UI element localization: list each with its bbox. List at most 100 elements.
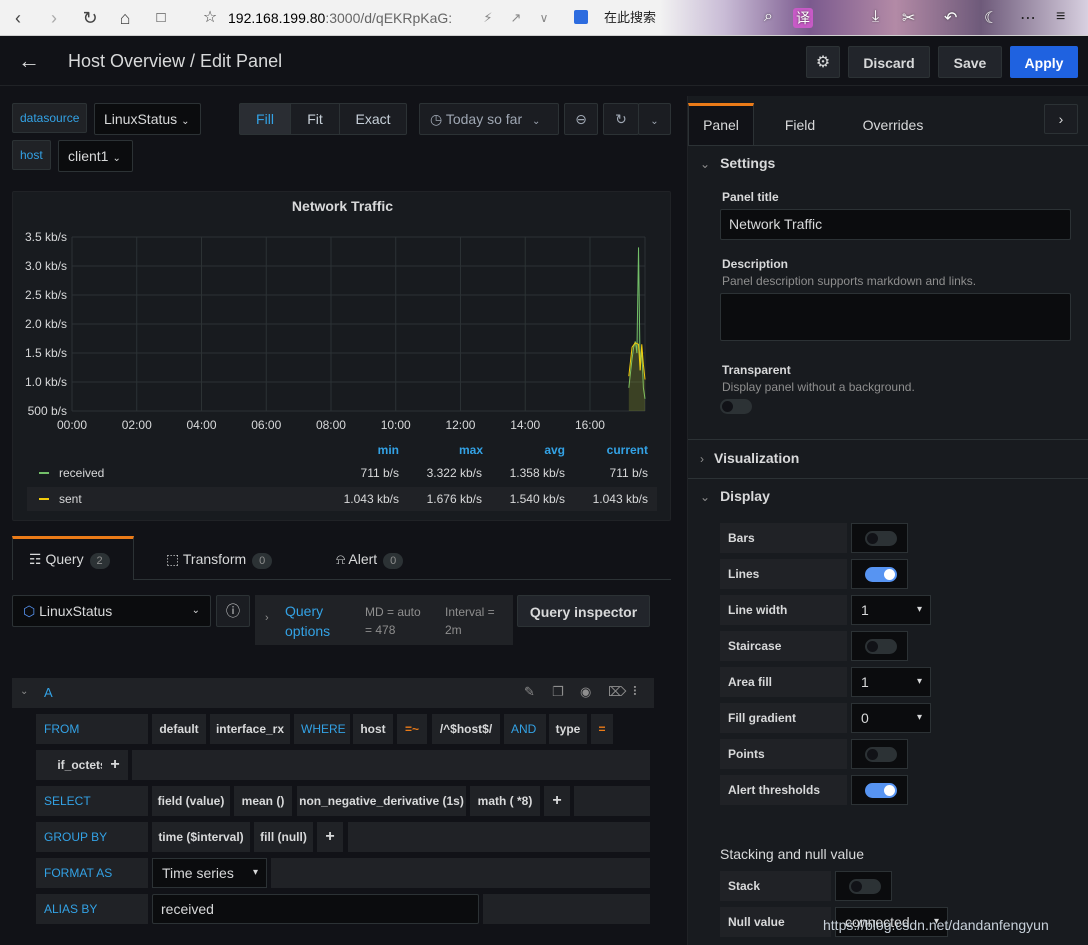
description-textarea[interactable] [720,293,1071,341]
legend-header-current[interactable]: current [573,443,648,457]
legend-series-name[interactable]: sent [59,492,82,506]
datasource-help-button[interactable]: ⓘ [216,595,250,627]
legend-header-min[interactable]: min [343,443,399,457]
download-icon[interactable]: ⤓ [872,8,879,26]
query-inspector-button[interactable]: Query inspector [517,595,650,627]
edit-icon[interactable]: ✎ [524,684,535,700]
and-keyword[interactable]: AND [504,714,546,744]
tab-panel[interactable]: Panel [688,103,754,145]
group-by-time[interactable]: time ($interval) [152,822,250,852]
eye-icon[interactable]: ◉ [580,684,591,700]
save-button[interactable]: Save [938,46,1002,78]
legend-header-avg[interactable]: avg [493,443,565,457]
search-engine-label[interactable]: 在此搜索 [604,8,656,28]
refresh-button[interactable]: ↻ [603,103,639,135]
select-math[interactable]: math ( *8) [470,786,540,816]
legend-series-name[interactable]: received [59,466,104,480]
view-mode-fit[interactable]: Fit [290,103,340,135]
where-value-host[interactable]: /^$host$/ [432,714,500,744]
share-icon[interactable]: ↗ [504,6,528,30]
bookmark-star-icon[interactable]: ☆ [198,6,222,30]
query-datasource-select[interactable]: ⬡ LinuxStatus ⌄ [12,595,211,627]
back-arrow-icon[interactable]: ← [18,48,40,74]
duplicate-icon[interactable]: ❐ [552,684,564,700]
where-operator-regex[interactable]: =~ [397,714,427,744]
where-key-host[interactable]: host [353,714,393,744]
query-ref-id[interactable]: A [44,685,53,700]
tab-overrides[interactable]: Overrides [854,103,932,145]
select-aggregation[interactable]: mean () [234,786,292,816]
chevron-down-icon: ⌄ [650,116,659,127]
undo-icon[interactable]: ↶ [944,8,957,28]
apply-button[interactable]: Apply [1010,46,1078,78]
flash-icon[interactable]: ⚡ [476,6,500,30]
where-key-type[interactable]: type [549,714,587,744]
collapse-icon[interactable]: ⌄ [20,686,28,697]
alert-thresholds-toggle[interactable] [851,775,908,805]
expand-options-button[interactable]: › [1044,104,1078,134]
format-as-select[interactable]: Time series ▾ [152,858,267,888]
tab-transform[interactable]: ⬚ Transform 0 [166,536,296,580]
fill-gradient-select[interactable]: 0 ▾ [851,703,931,733]
from-policy[interactable]: default [152,714,206,744]
night-mode-icon[interactable]: ☾ [984,8,998,28]
query-row-header[interactable]: ⌄ A ✎ ❐ ◉ ⌦ ⠇ [12,678,654,708]
query-options-panel[interactable]: › Query options MD = auto = 478 Interval… [255,595,513,645]
drag-handle-icon[interactable]: ⠇ [632,684,642,700]
variable-select-host[interactable]: client1 ⌄ [58,140,133,172]
tab-query[interactable]: ☶ Query 2 [12,536,134,580]
settings-gear-button[interactable]: ⚙ [806,46,840,78]
zoom-out-button[interactable]: ⊖ [564,103,598,135]
tab-field[interactable]: Field [774,103,826,145]
trash-icon[interactable]: ⌦ [608,684,626,700]
back-nav-icon[interactable]: ‹ [6,6,30,30]
discard-button[interactable]: Discard [848,46,930,78]
stack-toggle[interactable] [835,871,892,901]
more-icon[interactable]: ⋯ [1020,8,1036,28]
area-fill-select[interactable]: 1 ▾ [851,667,931,697]
add-where-button[interactable]: + [102,750,128,780]
reader-icon[interactable]: □ [149,6,173,30]
variable-select-datasource[interactable]: LinuxStatus ⌄ [94,103,201,135]
visualization-section-header[interactable]: › Visualization [700,450,799,466]
add-select-button[interactable]: + [544,786,570,816]
view-mode-fill[interactable]: Fill [239,103,291,135]
translate-icon[interactable]: 译 [793,8,813,28]
tab-label: Alert [348,551,378,567]
panel-title-input[interactable]: Network Traffic [720,209,1071,240]
url-dropdown-icon[interactable]: ∨ [532,6,556,30]
legend-row-received[interactable]: received 711 b/s 3.322 kb/s 1.358 kb/s 7… [27,461,657,485]
line-width-select[interactable]: 1 ▾ [851,595,931,625]
view-mode-exact[interactable]: Exact [339,103,407,135]
bars-toggle[interactable] [851,523,908,553]
legend-header-max[interactable]: max [413,443,483,457]
reload-icon[interactable]: ↻ [78,6,102,30]
refresh-interval-button[interactable]: ⌄ [638,103,671,135]
legend-row-sent[interactable]: sent 1.043 kb/s 1.676 kb/s 1.540 kb/s 1.… [27,487,657,511]
menu-icon[interactable]: ≡ [1056,8,1065,26]
transparent-toggle[interactable] [720,399,752,414]
query-options-label[interactable]: Query options [285,601,345,641]
add-group-by-button[interactable]: + [317,822,343,852]
where-operator-equals[interactable]: = [591,714,613,744]
lines-toggle[interactable] [851,559,908,589]
tab-alert[interactable]: ⍾ Alert 0 [336,536,436,580]
search-engine-icon[interactable] [574,10,588,24]
group-by-fill[interactable]: fill (null) [254,822,313,852]
select-transform[interactable]: non_negative_derivative (1s) [297,786,466,816]
search-icon[interactable]: ⌕ [764,8,773,26]
cut-icon[interactable]: ✂ [902,8,915,28]
x-tick-label: 06:00 [251,418,281,432]
graph-canvas[interactable]: 500 b/s 1.0 kb/s 1.5 kb/s 2.0 kb/s 2.5 kb/s 3… [13,192,672,442]
home-icon[interactable]: ⌂ [113,6,137,30]
points-toggle[interactable] [851,739,908,769]
from-measurement[interactable]: interface_rx [210,714,290,744]
select-field[interactable]: field (value) [152,786,230,816]
settings-section-header[interactable]: ⌄ Settings [700,155,775,171]
display-section-header[interactable]: ⌄ Display [700,488,770,504]
time-range-picker[interactable]: ◷ Today so far ⌄ [419,103,559,135]
forward-nav-icon[interactable]: › [42,6,66,30]
staircase-toggle[interactable] [851,631,908,661]
query-editor: ⬡ LinuxStatus ⌄ ⓘ › Query options MD = au… [0,580,671,945]
alias-by-input[interactable]: received [152,894,479,924]
